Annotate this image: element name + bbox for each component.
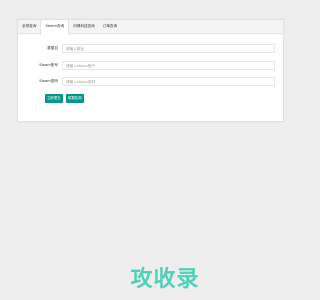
watermark-logo: 攻收录 <box>130 266 199 292</box>
submit-button[interactable]: 立即提交 <box>45 94 63 103</box>
form-row-quantity: 数据目 <box>18 44 283 53</box>
tab-steam-query[interactable]: Steam查询 <box>40 20 70 35</box>
steam-account-label: Steam账号 <box>39 63 58 67</box>
quantity-label: 数据目 <box>47 46 58 50</box>
form-row-steam-account: Steam账号 <box>18 61 283 70</box>
steam-password-input[interactable] <box>62 77 275 86</box>
tab-order-query[interactable]: 订单查询 <box>99 20 121 34</box>
tab-shanbo-query[interactable]: 闪博科技查询 <box>69 20 99 34</box>
form-row-steam-password: Steam密码 <box>18 77 283 86</box>
quantity-input[interactable] <box>62 44 275 53</box>
tab-global-query[interactable]: 全球查询 <box>18 20 40 34</box>
steam-account-input[interactable] <box>62 61 275 70</box>
tab-bar: 全球查询 Steam查询 闪博科技查询 订单查询 <box>18 20 283 35</box>
steam-password-label: Steam密码 <box>39 79 58 83</box>
watermark-text: 攻收录 <box>130 266 199 292</box>
detect-button[interactable]: 数据检测 <box>66 94 84 103</box>
query-card: 全球查询 Steam查询 闪博科技查询 订单查询 数据目 Steam账号 Ste… <box>17 19 284 122</box>
